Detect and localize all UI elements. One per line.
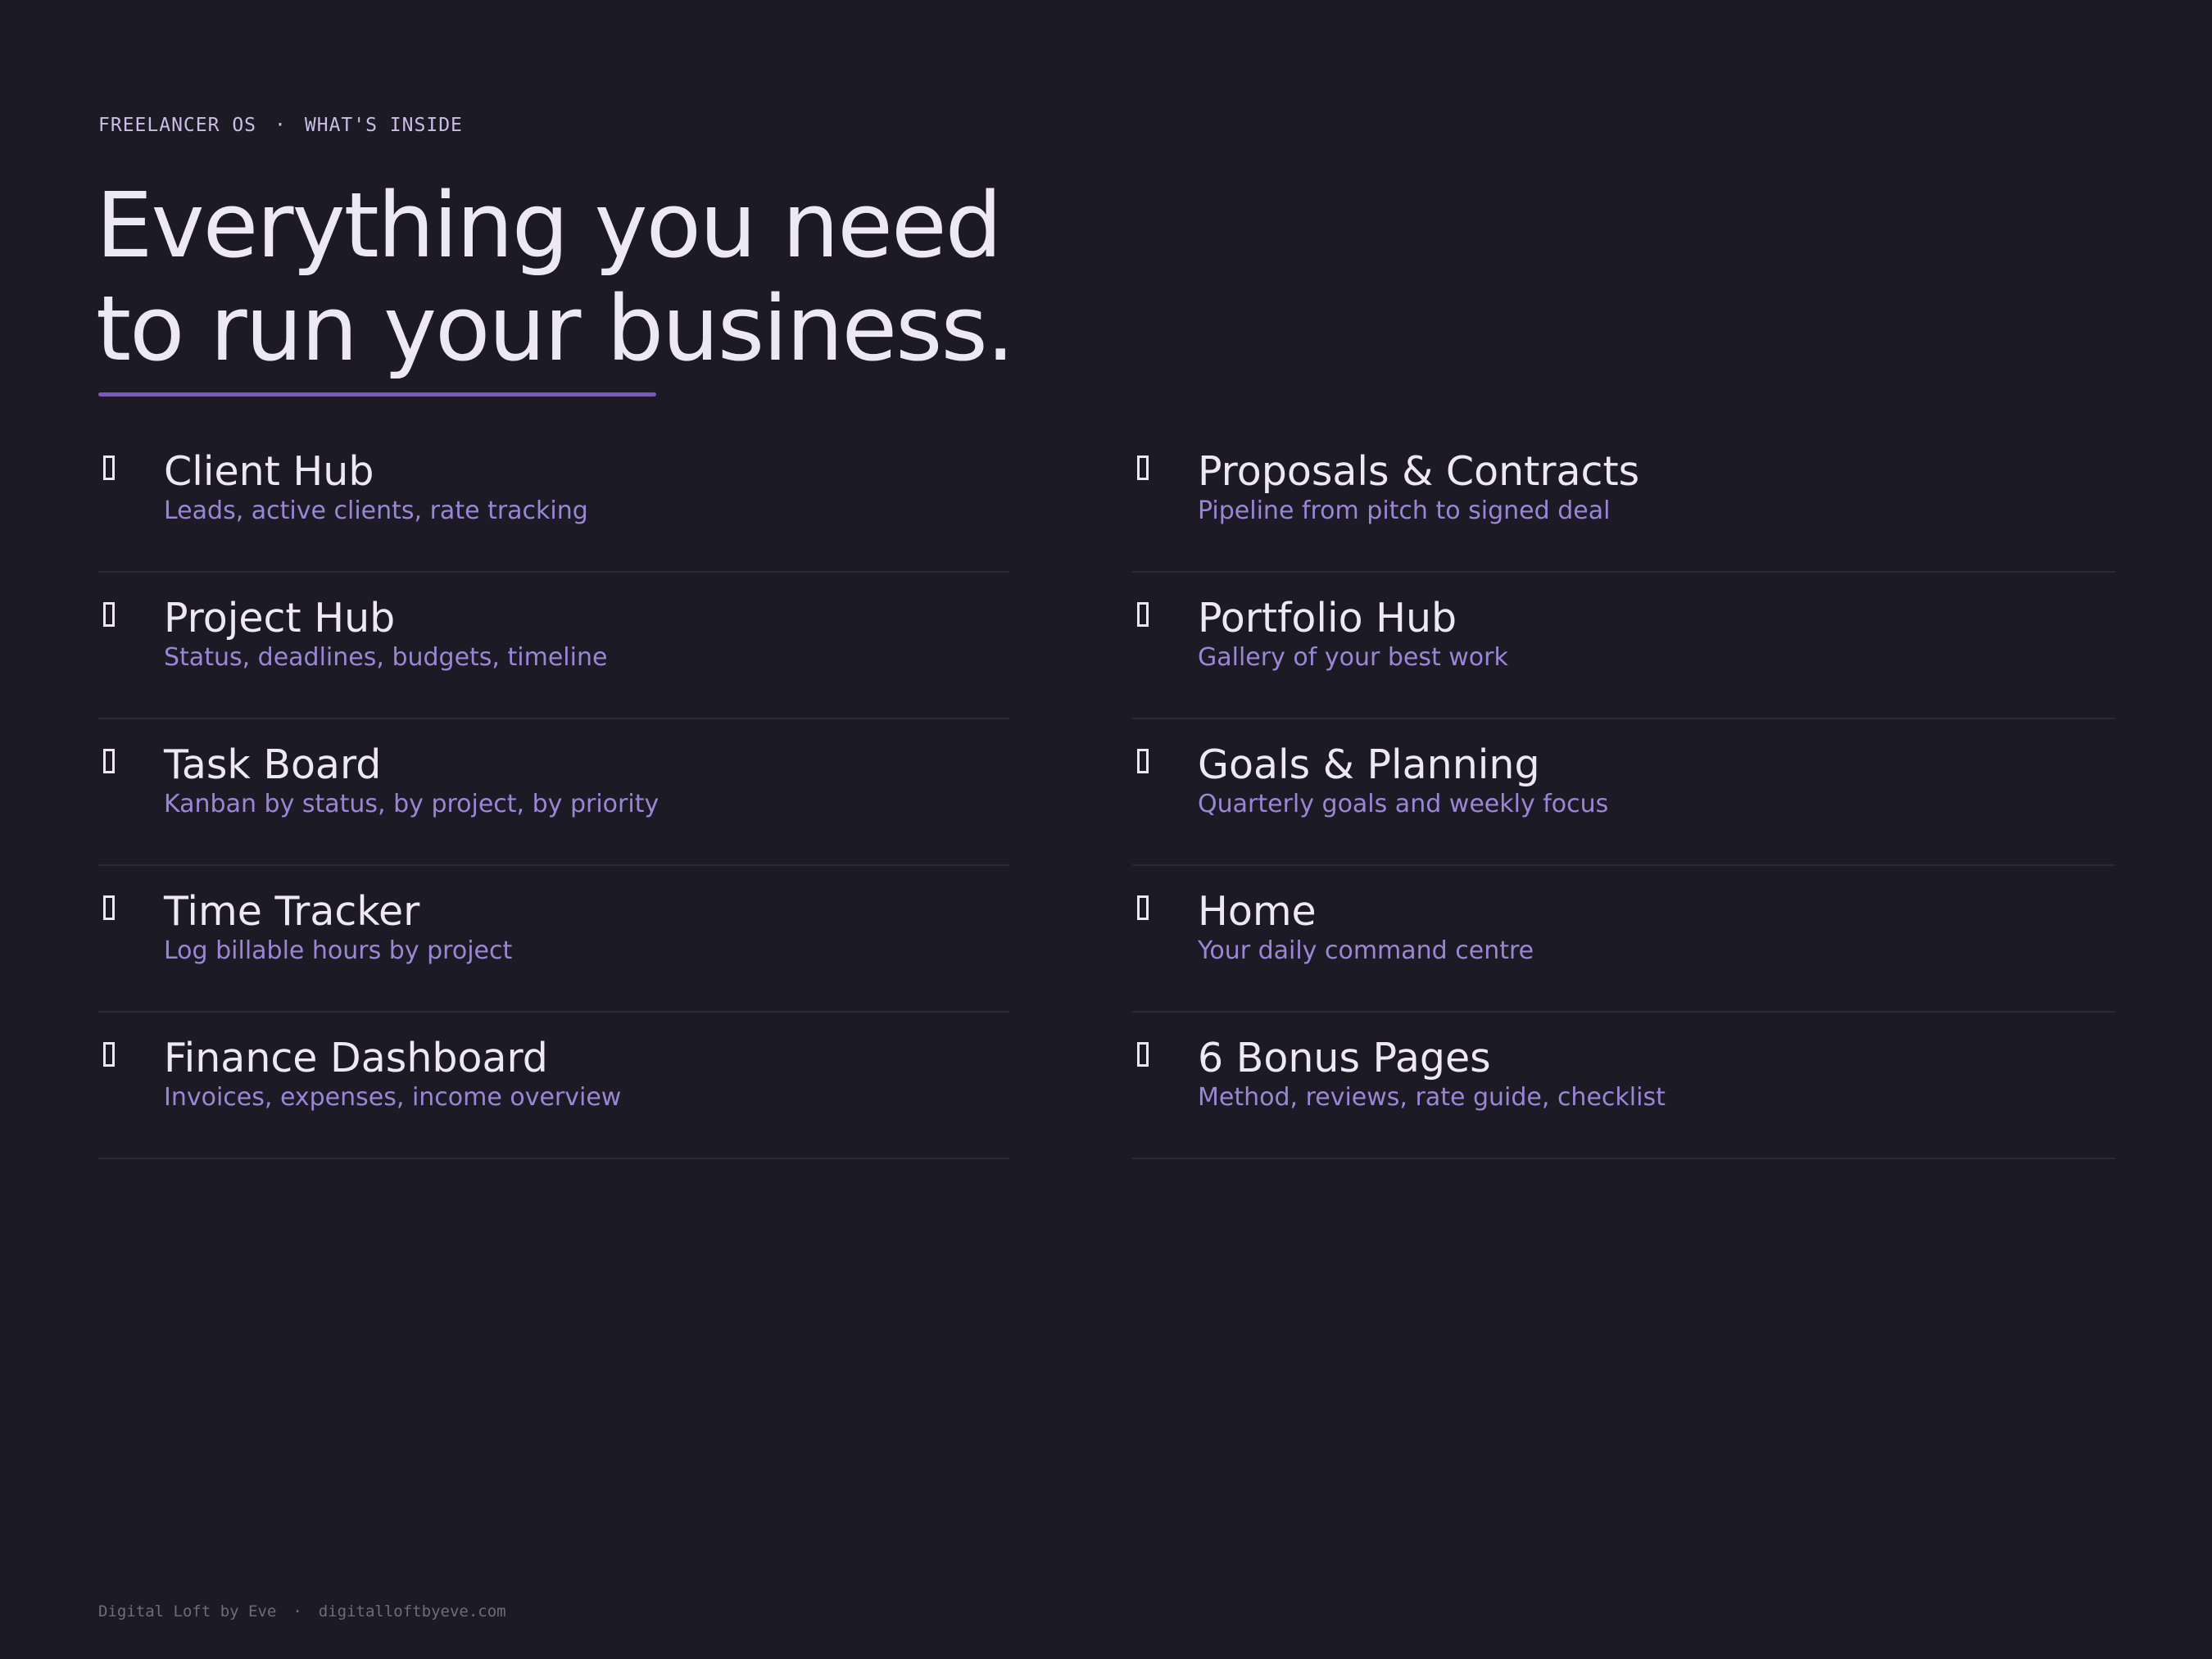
feature-item-bonus-pages: 6 Bonus Pages Method, reviews, rate guid… — [1132, 1013, 2115, 1159]
footer-url: digitalloftbyeve.com — [318, 1602, 506, 1620]
feature-description: Pipeline from pitch to signed deal — [1198, 496, 1611, 525]
feature-title: Project Hub — [164, 595, 396, 641]
feature-item-task-board: Task Board Kanban by status, by project,… — [98, 719, 1009, 866]
page-icon — [103, 895, 115, 920]
page-icon — [103, 456, 115, 480]
eyebrow-separator: · — [274, 115, 287, 136]
feature-item-client-hub: Client Hub Leads, active clients, rate t… — [98, 426, 1009, 573]
footer-separator: · — [292, 1602, 302, 1620]
feature-description: Invoices, expenses, income overview — [164, 1083, 622, 1112]
brand-label: FREELANCER OS — [98, 115, 257, 136]
feature-title: Task Board — [164, 741, 382, 788]
page-icon — [1137, 602, 1149, 627]
feature-title: Time Tracker — [164, 888, 420, 935]
footer: Digital Loft by Eve · digitalloftbyeve.com — [98, 1602, 506, 1620]
feature-description: Log billable hours by project — [164, 936, 513, 965]
feature-description: Your daily command centre — [1198, 936, 1534, 965]
page-icon — [103, 602, 115, 627]
feature-description: Method, reviews, rate guide, checklist — [1198, 1083, 1666, 1112]
feature-item-home: Home Your daily command centre — [1132, 866, 2115, 1013]
feature-description: Status, deadlines, budgets, timeline — [164, 643, 608, 672]
page-icon — [1137, 1042, 1149, 1067]
feature-description: Quarterly goals and weekly focus — [1198, 790, 1609, 818]
feature-title: Portfolio Hub — [1198, 595, 1457, 641]
page-icon — [1137, 895, 1149, 920]
feature-title: Client Hub — [164, 448, 374, 495]
feature-title: Proposals & Contracts — [1198, 448, 1640, 495]
headline-line-1: Everything you need — [96, 173, 1002, 278]
page-icon — [103, 749, 115, 773]
feature-item-portfolio-hub: Portfolio Hub Gallery of your best work — [1132, 573, 2115, 719]
feature-description: Gallery of your best work — [1198, 643, 1508, 672]
section-label: WHAT'S INSIDE — [304, 115, 463, 136]
headline-line-2: to run your business. — [96, 276, 1015, 381]
feature-description: Kanban by status, by project, by priorit… — [164, 790, 660, 818]
feature-title: 6 Bonus Pages — [1198, 1035, 1491, 1081]
feature-item-finance-dashboard: Finance Dashboard Invoices, expenses, in… — [98, 1013, 1009, 1159]
page-icon — [1137, 456, 1149, 480]
feature-description: Leads, active clients, rate tracking — [164, 496, 588, 525]
feature-title: Goals & Planning — [1198, 741, 1540, 788]
eyebrow: FREELANCER OS · WHAT'S INSIDE — [98, 115, 463, 136]
feature-title: Finance Dashboard — [164, 1035, 548, 1081]
page-icon — [103, 1042, 115, 1067]
page-headline: Everything you need to run your business… — [96, 173, 1015, 381]
feature-list: Client Hub Leads, active clients, rate t… — [98, 426, 2115, 1159]
footer-author: Digital Loft by Eve — [98, 1602, 277, 1620]
feature-item-time-tracker: Time Tracker Log billable hours by proje… — [98, 866, 1009, 1013]
page-icon — [1137, 749, 1149, 773]
feature-item-goals-planning: Goals & Planning Quarterly goals and wee… — [1132, 719, 2115, 866]
feature-item-project-hub: Project Hub Status, deadlines, budgets, … — [98, 573, 1009, 719]
headline-underline — [98, 392, 656, 397]
feature-title: Home — [1198, 888, 1317, 935]
feature-item-proposals-contracts: Proposals & Contracts Pipeline from pitc… — [1132, 426, 2115, 573]
